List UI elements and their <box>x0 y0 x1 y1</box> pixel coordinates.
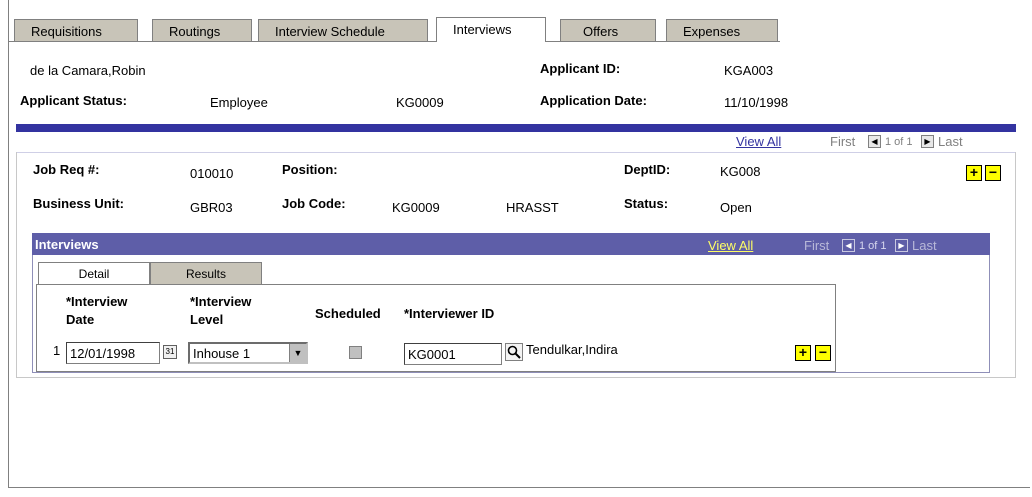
tab-offers[interactable]: Offers <box>560 19 656 41</box>
dept-id-label: DeptID: <box>624 162 671 177</box>
subtab-results[interactable]: Results <box>150 262 262 284</box>
job-req-header-bar <box>16 124 1016 132</box>
interviews-nav-last: Last <box>912 238 937 253</box>
interviews-view-all-link[interactable]: View All <box>708 238 753 253</box>
job-status-label: Status: <box>624 196 669 211</box>
interview-date-header-2: Date <box>66 312 95 327</box>
application-date-label: Application Date: <box>540 93 647 108</box>
calendar-icon[interactable]: 31 <box>163 345 177 359</box>
row-number: 1 <box>53 343 61 358</box>
remove-job-row-button[interactable]: − <box>985 165 1001 181</box>
interview-date-header-1: *Interview <box>66 294 128 309</box>
applicant-id-value: KGA003 <box>724 63 774 78</box>
tab-interview-schedule[interactable]: Interview Schedule <box>258 19 428 41</box>
interviewer-name: Tendulkar,Indira <box>526 342 618 357</box>
applicant-status-code: KG0009 <box>396 95 444 110</box>
job-code-label: Job Code: <box>282 196 346 211</box>
applicant-status-label: Applicant Status: <box>20 93 127 108</box>
job-next-icon[interactable]: ▶ <box>921 133 934 149</box>
interviews-next-icon[interactable]: ▶ <box>895 237 908 253</box>
tab-requisitions[interactable]: Requisitions <box>14 19 138 41</box>
business-unit-label: Business Unit: <box>33 196 125 211</box>
interviews-nav-first: First <box>804 238 830 253</box>
job-status-value: Open <box>720 200 752 215</box>
job-prev-icon[interactable]: ◀ <box>868 133 881 149</box>
interview-level-select[interactable]: Inhouse 1 ▼ <box>188 342 308 364</box>
interview-date-input[interactable]: 12/01/1998 <box>66 342 160 364</box>
job-code-value: KG0009 <box>392 200 440 215</box>
position-label: Position: <box>282 162 338 177</box>
dept-id-value: KG008 <box>720 164 761 179</box>
magnifier-glyph <box>507 345 521 359</box>
applicant-id-label: Applicant ID: <box>540 61 621 76</box>
scheduled-checkbox[interactable] <box>349 346 362 359</box>
job-nav-last: Last <box>938 134 963 149</box>
add-interview-row-button[interactable]: + <box>795 345 811 361</box>
remove-interview-row-button[interactable]: − <box>815 345 831 361</box>
interviews-nav-count: 1 of 1 <box>859 240 887 252</box>
tab-routings[interactable]: Routings <box>152 19 252 41</box>
interview-level-value: Inhouse 1 <box>193 346 251 361</box>
job-nav-count: 1 of 1 <box>885 136 913 148</box>
interviews-title: Interviews <box>35 237 99 252</box>
interviewer-id-header: *Interviewer ID <box>404 306 495 321</box>
application-date-value: 11/10/1998 <box>724 95 789 110</box>
applicant-status-value: Employee <box>210 95 268 110</box>
job-req-value: 010010 <box>190 166 234 181</box>
magnifier-icon[interactable] <box>505 343 523 361</box>
job-code-desc: HRASST <box>506 200 559 215</box>
scheduled-header: Scheduled <box>315 306 381 321</box>
job-nav-first: First <box>830 134 856 149</box>
interview-level-header-1: *Interview <box>190 294 252 309</box>
applicant-name: de la Camara,Robin <box>30 63 146 78</box>
tab-interviews[interactable]: Interviews <box>436 17 546 42</box>
interviews-prev-icon[interactable]: ◀ <box>842 237 855 253</box>
job-req-label: Job Req #: <box>33 162 100 177</box>
business-unit-value: GBR03 <box>190 200 233 215</box>
add-job-row-button[interactable]: + <box>966 165 982 181</box>
job-view-all-link[interactable]: View All <box>736 134 781 149</box>
interviewer-id-input[interactable]: KG0001 <box>404 343 502 365</box>
tab-expenses[interactable]: Expenses <box>666 19 778 41</box>
subtab-detail[interactable]: Detail <box>38 262 150 284</box>
tabs-divider <box>8 41 780 42</box>
job-req-nav-bar <box>16 132 1016 153</box>
chevron-down-icon[interactable]: ▼ <box>289 344 306 362</box>
interview-level-header-2: Level <box>190 312 224 327</box>
